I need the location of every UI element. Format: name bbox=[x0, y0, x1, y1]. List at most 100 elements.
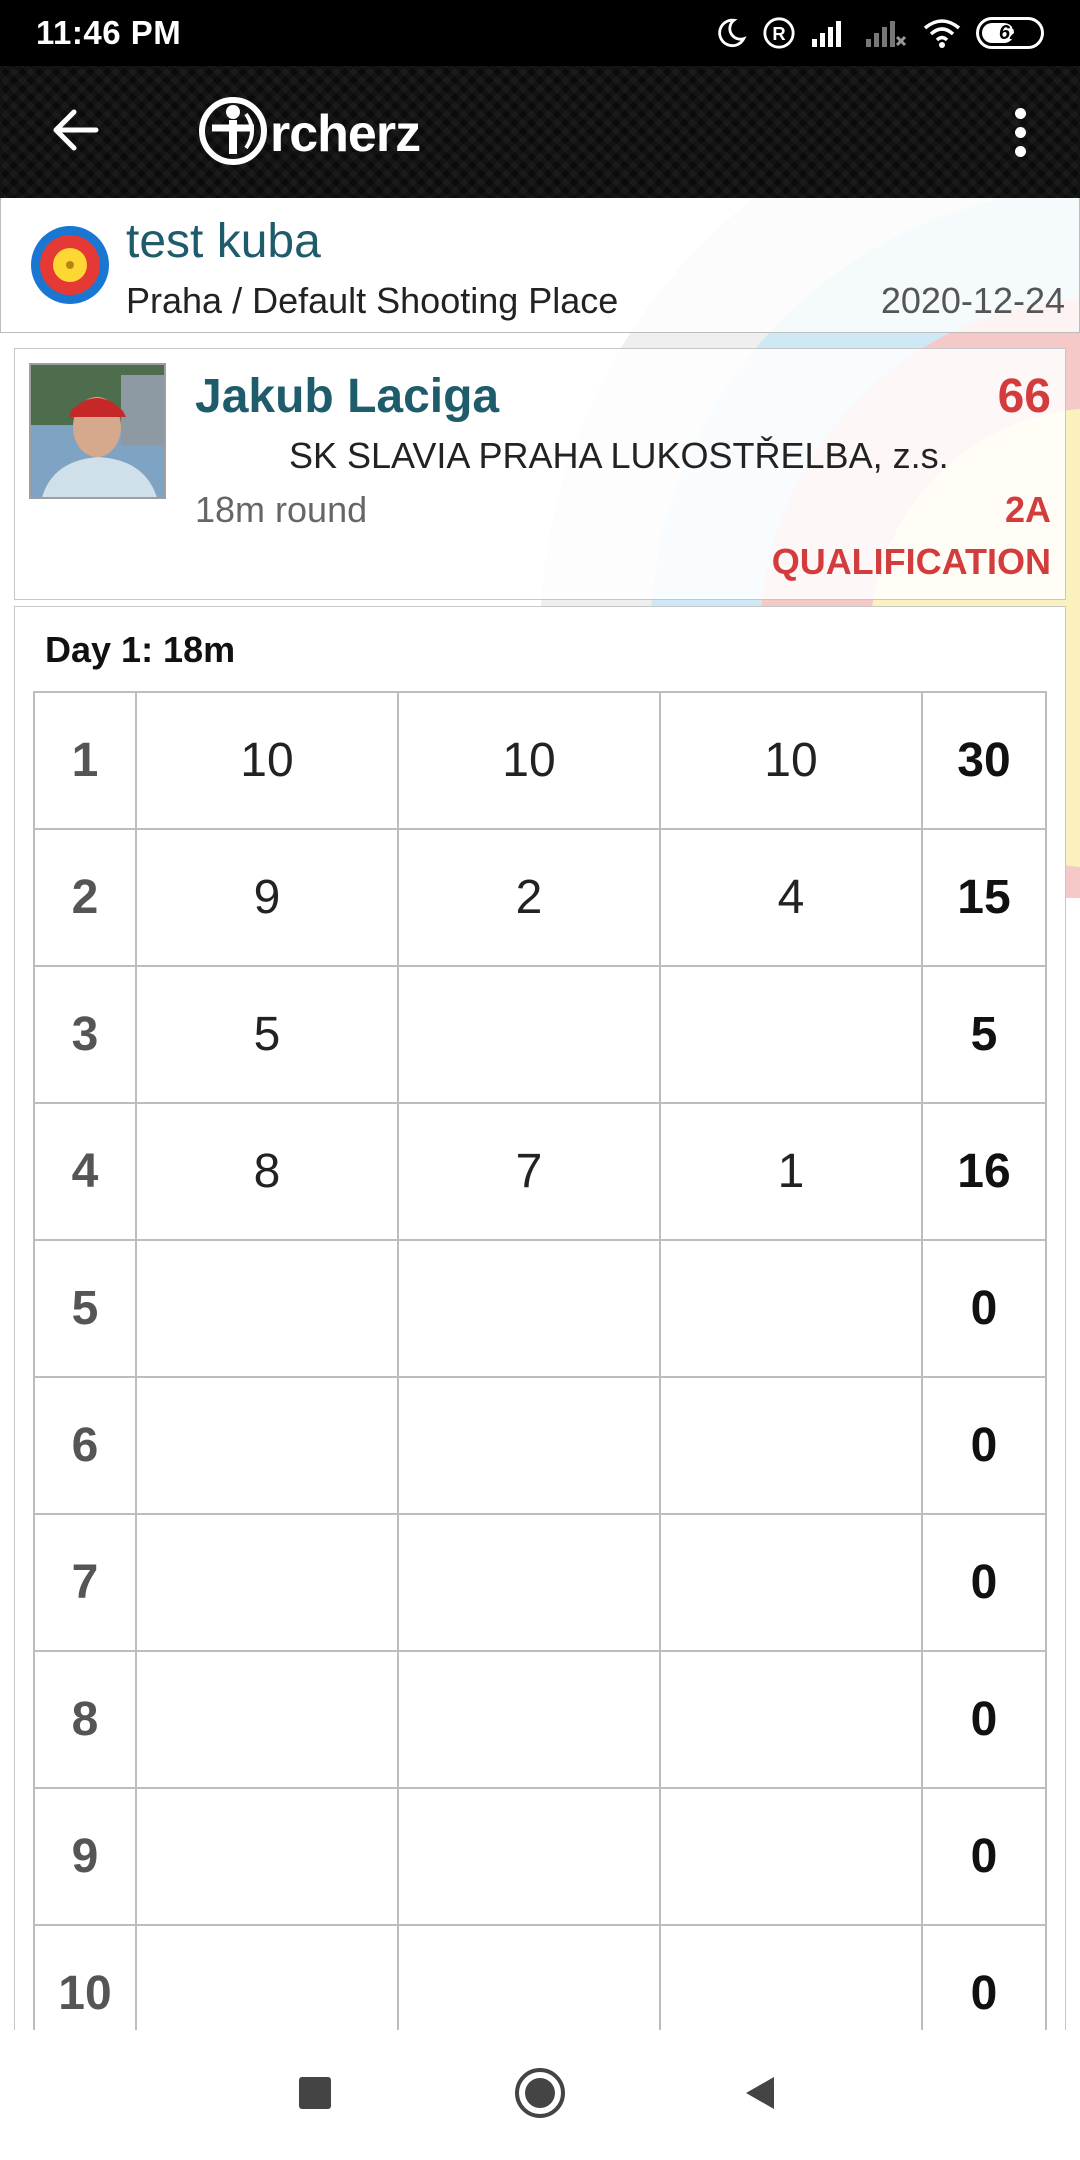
more-vertical-icon-dot bbox=[1014, 126, 1026, 138]
score-row: 1 10 10 10 30 bbox=[33, 691, 1047, 830]
overflow-menu-button[interactable] bbox=[1000, 104, 1040, 160]
recents-square-icon bbox=[297, 2075, 333, 2116]
home-button[interactable] bbox=[510, 2065, 570, 2125]
arrow-score-cell[interactable] bbox=[659, 1513, 923, 1652]
end-total: 0 bbox=[921, 1650, 1047, 1789]
score-row: 355 bbox=[33, 965, 1047, 1104]
status-bar: 11:46 PM R 62 bbox=[0, 0, 1080, 66]
score-row: 2 9 2 4 15 bbox=[33, 828, 1047, 967]
score-row: 70 bbox=[33, 1513, 1047, 1652]
end-number: 5 bbox=[33, 1239, 137, 1378]
archer-round: 18m round bbox=[195, 489, 368, 530]
end-total: 15 bbox=[921, 828, 1047, 967]
arrow-score-cell[interactable] bbox=[659, 1787, 923, 1926]
arrow-score-cell[interactable] bbox=[659, 965, 923, 1104]
score-row: 50 bbox=[33, 1239, 1047, 1378]
end-number: 2 bbox=[33, 828, 137, 967]
arrow-score-cell[interactable] bbox=[135, 1513, 399, 1652]
arrow-score-cell[interactable] bbox=[659, 1239, 923, 1378]
arrow-score-cell[interactable]: 8 bbox=[135, 1102, 399, 1241]
arrow-score-cell[interactable] bbox=[397, 1513, 661, 1652]
end-total: 0 bbox=[921, 1376, 1047, 1515]
event-header[interactable]: test kuba Praha / Default Shooting Place… bbox=[0, 198, 1080, 333]
archer-total-score: 66 bbox=[997, 370, 1051, 423]
end-number: 6 bbox=[33, 1376, 137, 1515]
arrow-left-icon bbox=[52, 108, 100, 157]
arrow-score-cell[interactable]: 5 bbox=[135, 965, 399, 1104]
arrow-score-cell[interactable] bbox=[659, 1924, 923, 2030]
arrow-score-cell[interactable]: 10 bbox=[135, 691, 399, 830]
logo-text: rcherz bbox=[270, 104, 421, 163]
arrow-score-cell[interactable] bbox=[397, 1787, 661, 1926]
score-table: 1 10 10 10 30 2 9 2 4 15 3 5 5 4 8 7 1 16 5 0 6 0 7 0 8 0 9 0 10 0 bbox=[33, 691, 1047, 2030]
event-title: test kuba bbox=[126, 215, 321, 268]
arrow-score-cell[interactable]: 7 bbox=[397, 1102, 661, 1241]
arrow-score-cell[interactable] bbox=[397, 1650, 661, 1789]
arrow-score-cell[interactable]: 1 bbox=[659, 1102, 923, 1241]
arrow-score-cell[interactable]: 10 bbox=[659, 691, 923, 830]
arrow-score-cell[interactable] bbox=[135, 1924, 399, 2030]
archer-club: SK SLAVIA PRAHA LUKOSTŘELBA, z.s. bbox=[289, 435, 949, 476]
end-number: 8 bbox=[33, 1650, 137, 1789]
arrow-score-cell[interactable] bbox=[397, 1376, 661, 1515]
system-nav-bar bbox=[0, 2030, 1080, 2160]
end-total: 0 bbox=[921, 1513, 1047, 1652]
more-vertical-icon-dot bbox=[1014, 145, 1026, 157]
end-total: 30 bbox=[921, 691, 1047, 830]
moon-icon bbox=[714, 16, 748, 50]
end-total: 5 bbox=[921, 965, 1047, 1104]
arrow-score-cell[interactable]: 9 bbox=[135, 828, 399, 967]
end-total: 0 bbox=[921, 1239, 1047, 1378]
recents-button[interactable] bbox=[285, 2065, 345, 2125]
app-logo: rcherz bbox=[198, 96, 421, 171]
avatar bbox=[29, 363, 166, 499]
end-number: 1 bbox=[33, 691, 137, 830]
archer-name: Jakub Laciga bbox=[195, 370, 500, 423]
battery-icon: 62 bbox=[976, 17, 1044, 49]
arrow-score-cell[interactable] bbox=[135, 1650, 399, 1789]
end-number: 7 bbox=[33, 1513, 137, 1652]
score-row: 10 0 bbox=[33, 1924, 1047, 2030]
score-row: 90 bbox=[33, 1787, 1047, 1926]
status-icons: R 62 bbox=[714, 16, 1044, 50]
archery-target-icon bbox=[31, 226, 109, 304]
home-circle-icon bbox=[513, 2066, 567, 2125]
battery-level: 62 bbox=[998, 21, 1022, 44]
more-vertical-icon-dot bbox=[1014, 107, 1026, 119]
arrow-score-cell[interactable] bbox=[135, 1239, 399, 1378]
end-number: 4 bbox=[33, 1102, 137, 1241]
end-total: 0 bbox=[921, 1924, 1047, 2030]
end-number: 3 bbox=[33, 965, 137, 1104]
archer-logo-icon bbox=[198, 96, 268, 171]
end-total: 0 bbox=[921, 1787, 1047, 1926]
registered-icon: R bbox=[762, 16, 796, 50]
back-button[interactable] bbox=[46, 106, 106, 158]
score-row: 60 bbox=[33, 1376, 1047, 1515]
score-row: 4 8 7 1 16 bbox=[33, 1102, 1047, 1241]
back-triangle-icon bbox=[740, 2073, 780, 2118]
signal-no-service-icon bbox=[864, 17, 908, 49]
arrow-score-cell[interactable] bbox=[135, 1787, 399, 1926]
arrow-score-cell[interactable] bbox=[659, 1376, 923, 1515]
end-number: 9 bbox=[33, 1787, 137, 1926]
wifi-icon bbox=[922, 17, 962, 49]
arrow-score-cell[interactable]: 2 bbox=[397, 828, 661, 967]
svg-text:R: R bbox=[772, 23, 785, 44]
status-time: 11:46 PM bbox=[36, 14, 182, 51]
arrow-score-cell[interactable] bbox=[397, 965, 661, 1104]
archer-target: 2A bbox=[1004, 489, 1051, 530]
event-date: 2020-12-24 bbox=[880, 280, 1065, 321]
arrow-score-cell[interactable] bbox=[135, 1376, 399, 1515]
scorecard: Day 1: 18m 1 10 10 10 30 2 9 2 4 15 3 5 5 4 8 7 1 16 5 0 6 0 7… bbox=[14, 606, 1066, 2030]
archer-stage: QUALIFICATION bbox=[771, 541, 1051, 582]
event-place: Praha / Default Shooting Place bbox=[126, 280, 619, 321]
back-nav-button[interactable] bbox=[730, 2065, 790, 2125]
score-row: 80 bbox=[33, 1650, 1047, 1789]
arrow-score-cell[interactable] bbox=[397, 1239, 661, 1378]
arrow-score-cell[interactable] bbox=[397, 1924, 661, 2030]
arrow-score-cell[interactable]: 4 bbox=[659, 828, 923, 967]
day-label: Day 1: 18m bbox=[45, 629, 236, 670]
archer-card[interactable]: Jakub Laciga 66 SK SLAVIA PRAHA LUKOSTŘE… bbox=[14, 348, 1066, 600]
arrow-score-cell[interactable] bbox=[659, 1650, 923, 1789]
arrow-score-cell[interactable]: 10 bbox=[397, 691, 661, 830]
